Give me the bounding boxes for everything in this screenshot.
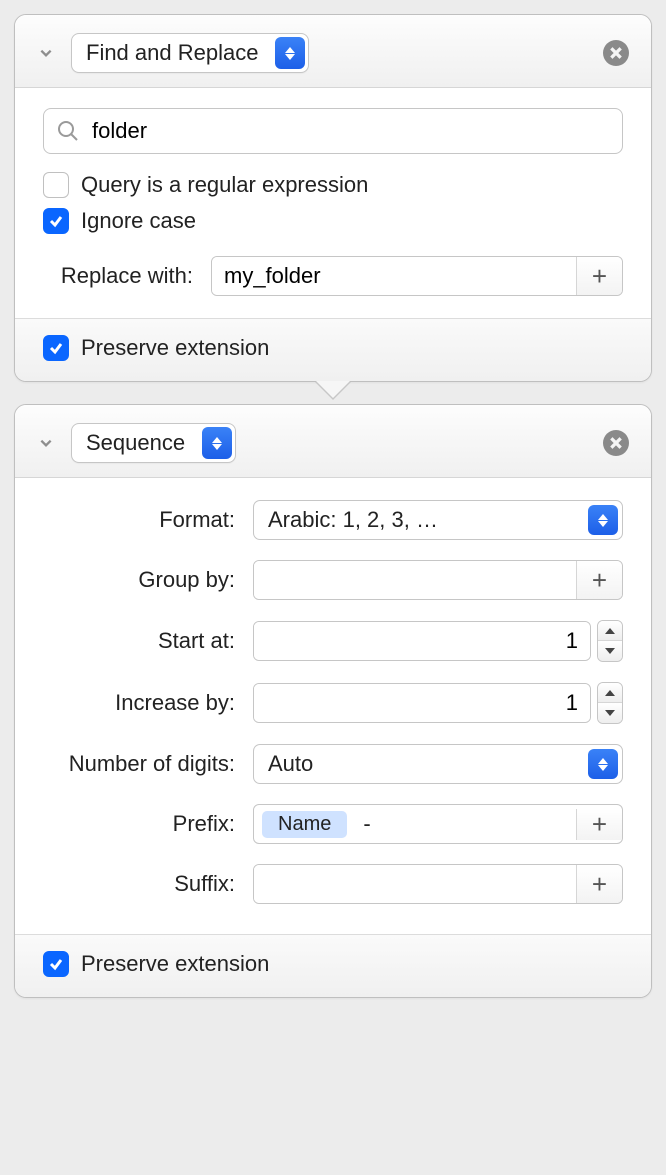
regex-label: Query is a regular expression (81, 172, 368, 198)
group-label: Group by: (43, 567, 253, 593)
replace-add-button[interactable]: + (576, 257, 622, 295)
start-stepper[interactable] (597, 620, 623, 662)
stepper-up-icon[interactable] (598, 621, 622, 641)
replace-row: Replace with: + (43, 256, 623, 296)
format-select[interactable]: Arabic: 1, 2, 3, … (253, 500, 623, 540)
stepper-up-icon[interactable] (598, 683, 622, 703)
suffix-row: Suffix: + (43, 864, 623, 904)
find-replace-panel: Find and Replace Query is a regular expr… (14, 14, 652, 382)
stepper-down-icon[interactable] (598, 641, 622, 661)
mode-select-label: Find and Replace (86, 40, 258, 66)
suffix-label: Suffix: (43, 871, 253, 897)
updown-icon (588, 749, 618, 779)
increase-input-combo (253, 683, 591, 723)
sequence-panel: Sequence Format: Arabic: 1, 2, 3, … Grou… (14, 404, 652, 998)
search-input[interactable] (90, 117, 610, 145)
group-row: Group by: + (43, 560, 623, 600)
ignore-case-row: Ignore case (43, 208, 623, 234)
prefix-token[interactable]: Name (262, 811, 347, 838)
replace-input-combo: + (211, 256, 623, 296)
regex-checkbox[interactable] (43, 172, 69, 198)
increase-label: Increase by: (43, 690, 253, 716)
ignore-case-checkbox[interactable] (43, 208, 69, 234)
panel-connector (14, 382, 652, 408)
regex-row: Query is a regular expression (43, 172, 623, 198)
suffix-input-combo: + (253, 864, 623, 904)
search-input-wrap (43, 108, 623, 154)
prefix-rest: - (355, 805, 576, 843)
digits-select[interactable]: Auto (253, 744, 623, 784)
suffix-input[interactable] (254, 865, 576, 903)
prefix-add-button[interactable]: + (576, 809, 622, 840)
group-add-button[interactable]: + (576, 561, 622, 599)
ignore-case-label: Ignore case (81, 208, 196, 234)
preserve-ext-checkbox[interactable] (43, 951, 69, 977)
increase-input[interactable] (254, 684, 590, 722)
suffix-add-button[interactable]: + (576, 865, 622, 903)
start-label: Start at: (43, 628, 253, 654)
digits-row: Number of digits: Auto (43, 744, 623, 784)
close-button[interactable] (603, 430, 629, 456)
search-icon (56, 119, 80, 143)
increase-row: Increase by: (43, 682, 623, 724)
increase-stepper[interactable] (597, 682, 623, 724)
start-row: Start at: (43, 620, 623, 662)
replace-label: Replace with: (43, 263, 211, 289)
start-input[interactable] (254, 622, 590, 660)
preserve-ext-label: Preserve extension (81, 951, 269, 977)
stepper-down-icon[interactable] (598, 703, 622, 723)
preserve-ext-checkbox[interactable] (43, 335, 69, 361)
preserve-ext-row: Preserve extension (43, 335, 623, 361)
mode-select[interactable]: Find and Replace (71, 33, 309, 73)
updown-icon (588, 505, 618, 535)
group-input[interactable] (254, 561, 576, 599)
replace-input[interactable] (212, 257, 576, 295)
format-row: Format: Arabic: 1, 2, 3, … (43, 500, 623, 540)
panel-body: Format: Arabic: 1, 2, 3, … Group by: + S… (15, 478, 651, 934)
prefix-row: Prefix: Name - + (43, 804, 623, 844)
preserve-ext-label: Preserve extension (81, 335, 269, 361)
updown-icon (275, 37, 305, 69)
mode-select-label: Sequence (86, 430, 185, 456)
close-button[interactable] (603, 40, 629, 66)
prefix-input-combo[interactable]: Name - + (253, 804, 623, 844)
panel-footer: Preserve extension (15, 318, 651, 381)
prefix-label: Prefix: (43, 811, 253, 837)
group-input-combo: + (253, 560, 623, 600)
updown-icon (202, 427, 232, 459)
panel-header: Sequence (15, 405, 651, 478)
panel-footer: Preserve extension (15, 934, 651, 997)
format-label: Format: (43, 507, 253, 533)
panel-header: Find and Replace (15, 15, 651, 88)
panel-body: Query is a regular expression Ignore cas… (15, 88, 651, 318)
mode-select[interactable]: Sequence (71, 423, 236, 463)
digits-label: Number of digits: (43, 751, 253, 777)
format-value: Arabic: 1, 2, 3, … (268, 507, 438, 532)
digits-value: Auto (268, 751, 313, 776)
start-input-combo (253, 621, 591, 661)
disclosure-toggle[interactable] (37, 44, 55, 62)
disclosure-toggle[interactable] (37, 434, 55, 452)
preserve-ext-row: Preserve extension (43, 951, 623, 977)
